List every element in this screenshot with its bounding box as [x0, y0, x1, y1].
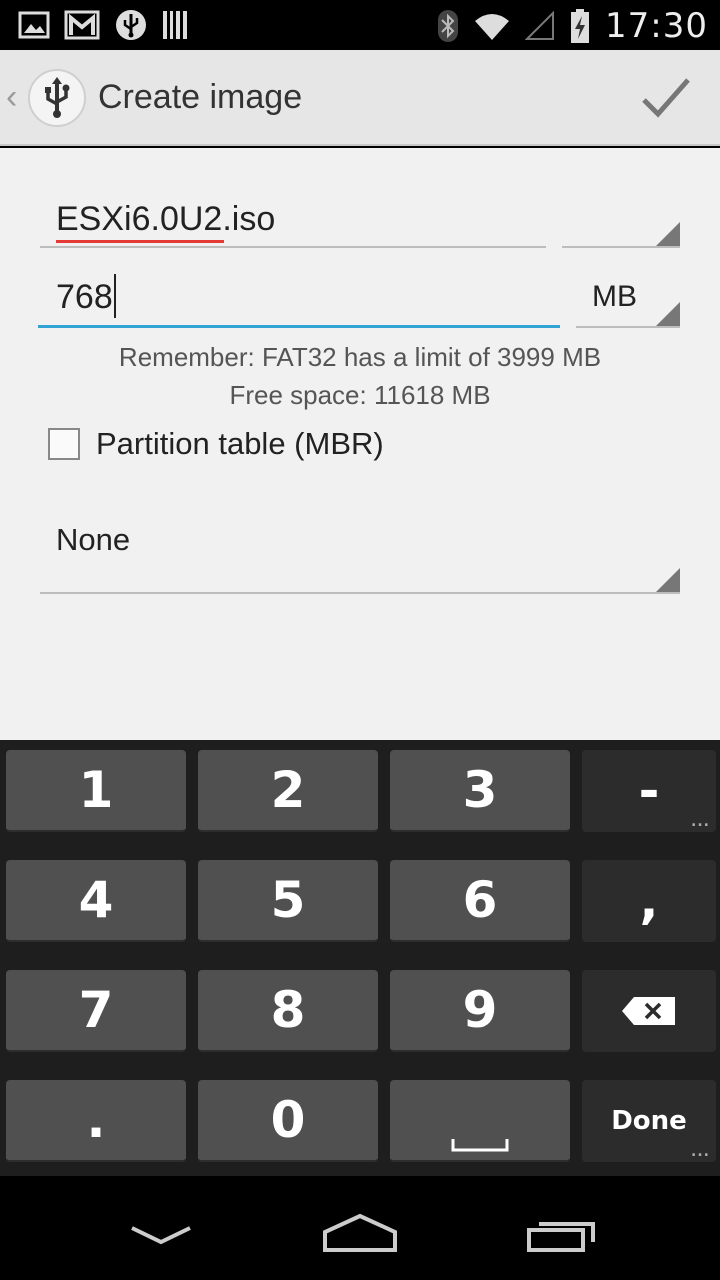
numeric-keyboard: 1 2 3 - ... 4 5 6 , 7 8 9 . 0 Done ... [0, 740, 720, 1176]
size-value: 768 [56, 278, 113, 316]
partition-table-checkbox[interactable] [48, 428, 80, 460]
filename-type-spinner[interactable] [562, 208, 680, 248]
key-0[interactable]: 0 [198, 1080, 378, 1162]
usb-icon [116, 10, 146, 40]
spellcheck-underline [56, 240, 224, 243]
filesystem-value: None [56, 522, 131, 557]
create-image-form: ESXi6.0U2.iso 768 MB Remember: FAT32 has… [0, 148, 720, 740]
key-4[interactable]: 4 [6, 860, 186, 942]
signal-icon [525, 11, 555, 40]
key-backspace[interactable] [582, 970, 716, 1052]
text-cursor [114, 274, 116, 318]
recents-icon[interactable] [526, 1216, 598, 1254]
key-space[interactable] [390, 1080, 570, 1162]
wifi-icon [475, 14, 510, 40]
size-unit-spinner[interactable]: MB [576, 266, 680, 328]
filesystem-spinner[interactable]: None [40, 518, 680, 594]
barcode-icon [163, 11, 187, 39]
action-bar: ‹ Create image [0, 50, 720, 146]
navigation-bar [0, 1176, 720, 1280]
size-field[interactable]: 768 [38, 266, 560, 328]
size-unit-value: MB [592, 280, 637, 313]
key-1[interactable]: 1 [6, 750, 186, 832]
gmail-icon [64, 10, 100, 40]
key-9[interactable]: 9 [390, 970, 570, 1052]
key-7[interactable]: 7 [6, 970, 186, 1052]
dropdown-arrow-icon [656, 222, 680, 246]
home-icon[interactable] [322, 1212, 398, 1254]
partition-table-label[interactable]: Partition table (MBR) [96, 426, 384, 462]
dropdown-arrow-icon [656, 568, 680, 592]
key-minus-label: - [638, 762, 660, 820]
filename-value: ESXi6.0U2.iso [56, 200, 276, 238]
more-keys-indicator: ... [691, 814, 710, 830]
key-6[interactable]: 6 [390, 860, 570, 942]
dropdown-arrow-icon [656, 302, 680, 326]
key-2[interactable]: 2 [198, 750, 378, 832]
key-3[interactable]: 3 [390, 750, 570, 832]
status-bar: 17:30 [0, 0, 720, 50]
checkmark-icon [642, 78, 690, 118]
app-usb-icon[interactable] [28, 69, 86, 127]
fat32-limit-note: Remember: FAT32 has a limit of 3999 MB [118, 342, 602, 372]
system-icons: 17:30 [437, 6, 708, 46]
clock: 17:30 [605, 6, 708, 46]
key-8[interactable]: 8 [198, 970, 378, 1052]
image-icon [18, 11, 50, 39]
bluetooth-icon [438, 10, 459, 42]
key-minus[interactable]: - ... [582, 750, 716, 832]
done-label: Done [611, 1106, 687, 1136]
notification-icons [18, 8, 188, 42]
key-comma[interactable]: , [582, 860, 716, 942]
done-button[interactable]: Done ... [582, 1080, 716, 1162]
key-5[interactable]: 5 [198, 860, 378, 942]
filename-field[interactable]: ESXi6.0U2.iso [40, 188, 546, 248]
page-title: Create image [98, 78, 303, 116]
more-keys-indicator: ... [691, 1144, 710, 1160]
backspace-icon [622, 997, 675, 1025]
key-period[interactable]: . [6, 1080, 186, 1162]
free-space-note: Free space: 11618 MB [229, 380, 491, 410]
up-chevron-icon[interactable]: ‹ [6, 78, 17, 117]
space-icon [451, 1139, 509, 1152]
battery-charging-icon [571, 9, 590, 43]
back-chevron-icon[interactable] [130, 1224, 192, 1248]
confirm-button[interactable] [638, 72, 694, 124]
